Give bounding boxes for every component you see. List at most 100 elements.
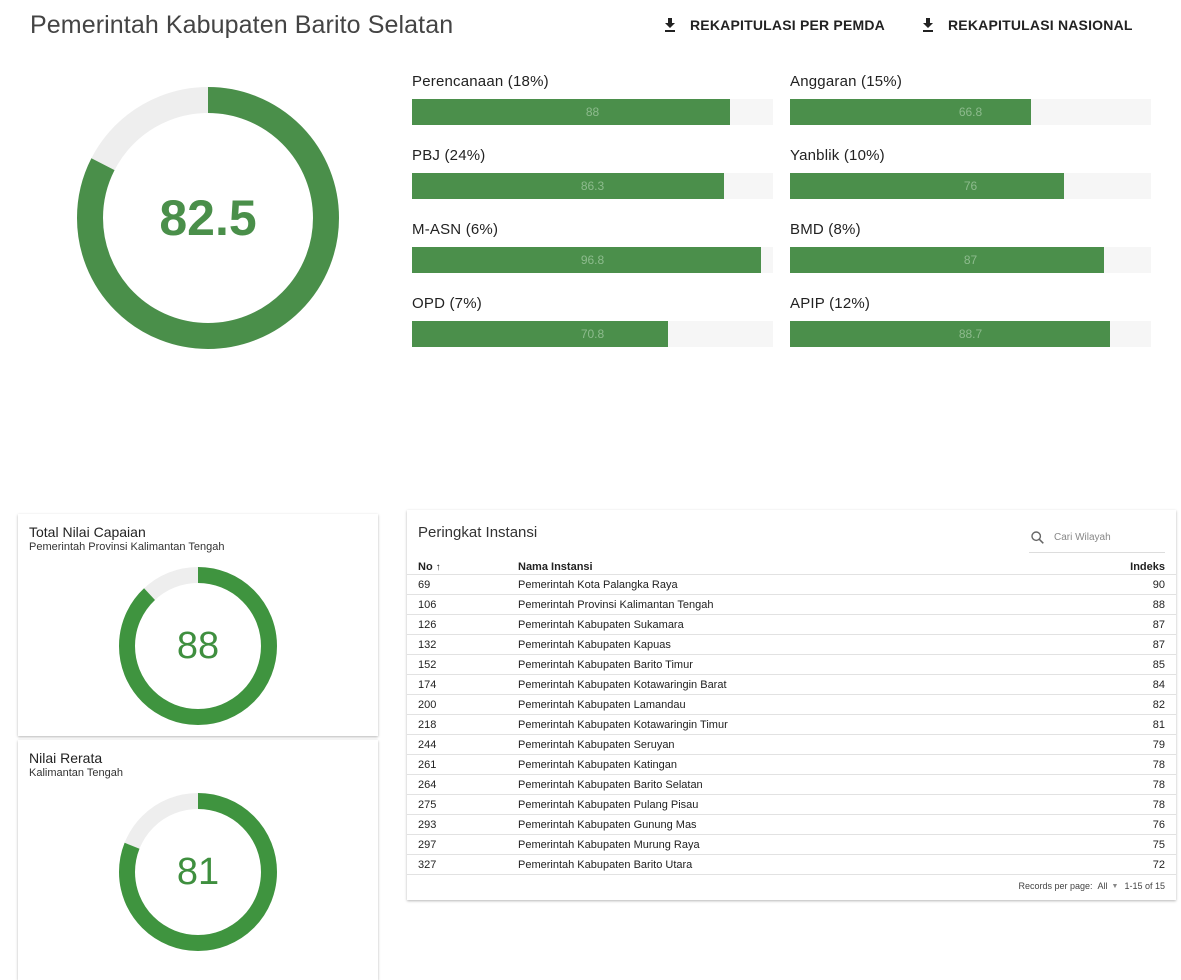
cell-nama: Pemerintah Kabupaten Barito Timur	[518, 654, 1058, 675]
cell-nama: Pemerintah Kabupaten Kotawaringin Barat	[518, 674, 1058, 695]
table-row[interactable]: 244 Pemerintah Kabupaten Seruyan 79	[407, 734, 1176, 755]
cell-indeks: 72	[1057, 854, 1176, 875]
rekap-nasional-button[interactable]: REKAPITULASI NASIONAL	[922, 12, 1133, 38]
table-row[interactable]: 275 Pemerintah Kabupaten Pulang Pisau 78	[407, 794, 1176, 815]
cell-no: 297	[407, 834, 518, 855]
cell-no: 200	[407, 694, 518, 715]
rekap-per-pemda-label: REKAPITULASI PER PEMDA	[690, 17, 885, 33]
category-pbj: PBJ (24%) 86.3	[412, 146, 773, 199]
cell-no: 275	[407, 794, 518, 815]
page-title: Pemerintah Kabupaten Barito Selatan	[30, 11, 454, 39]
cell-indeks: 75	[1057, 834, 1176, 855]
cell-no: 218	[407, 714, 518, 735]
cell-indeks: 88	[1057, 594, 1176, 615]
card-title: Total Nilai Capaian	[29, 524, 146, 540]
cell-no: 69	[407, 574, 518, 595]
rerata-score-gauge: 81	[118, 792, 278, 952]
table-row[interactable]: 174 Pemerintah Kabupaten Kotawaringin Bar…	[407, 674, 1176, 695]
cell-no: 244	[407, 734, 518, 755]
cell-nama: Pemerintah Kabupaten Kapuas	[518, 634, 1058, 655]
cell-indeks: 90	[1057, 574, 1176, 595]
cell-no: 126	[407, 614, 518, 635]
cell-nama: Pemerintah Kabupaten Sukamara	[518, 614, 1058, 635]
cell-no: 327	[407, 854, 518, 875]
category-bar: 88.7	[790, 321, 1151, 347]
total-score-gauge: 88	[118, 566, 278, 726]
category-perencanaan: Perencanaan (18%) 88	[412, 72, 773, 125]
category-bar: 88	[412, 99, 773, 125]
cell-nama: Pemerintah Kabupaten Barito Selatan	[518, 774, 1058, 795]
table-title: Peringkat Instansi	[418, 524, 538, 541]
records-per-page-label: Records per page:	[1018, 881, 1093, 891]
table-header-row: No ↑ Nama Instansi Indeks	[407, 559, 1176, 575]
bar-value: 70.8	[580, 327, 605, 341]
category-label: PBJ (24%)	[412, 147, 486, 164]
cell-nama: Pemerintah Kabupaten Barito Utara	[518, 854, 1058, 875]
table-row[interactable]: 126 Pemerintah Kabupaten Sukamara 87	[407, 614, 1176, 635]
column-header-no[interactable]: No ↑	[407, 559, 518, 575]
category-bar: 70.8	[412, 321, 773, 347]
rerata-score: 81	[176, 850, 220, 893]
cell-indeks: 78	[1057, 754, 1176, 775]
table-row[interactable]: 106 Pemerintah Provinsi Kalimantan Tengah…	[407, 594, 1176, 615]
cell-indeks: 78	[1057, 774, 1176, 795]
arrow-up-icon: ↑	[435, 561, 441, 573]
bar-value: 87	[963, 253, 978, 267]
cell-nama: Pemerintah Kabupaten Lamandau	[518, 694, 1058, 715]
bar-value: 86.3	[580, 179, 605, 193]
table-row[interactable]: 200 Pemerintah Kabupaten Lamandau 82	[407, 694, 1176, 715]
cell-nama: Pemerintah Kabupaten Katingan	[518, 754, 1058, 775]
overall-score-gauge: 82.5	[76, 86, 340, 350]
table-row[interactable]: 132 Pemerintah Kabupaten Kapuas 87	[407, 634, 1176, 655]
cell-indeks: 79	[1057, 734, 1176, 755]
category-bar: 66.8	[790, 99, 1151, 125]
cell-nama: Pemerintah Kabupaten Gunung Mas	[518, 814, 1058, 835]
category-label: M-ASN (6%)	[412, 221, 499, 238]
table-row[interactable]: 327 Pemerintah Kabupaten Barito Utara 72	[407, 854, 1176, 875]
cell-nama: Pemerintah Kabupaten Murung Raya	[518, 834, 1058, 855]
bar-value: 76	[963, 179, 978, 193]
download-icon	[665, 18, 675, 32]
bar-value: 88	[585, 105, 600, 119]
page-range: 1-15 of 15	[1124, 881, 1165, 891]
cell-indeks: 84	[1057, 674, 1176, 695]
table-row[interactable]: 261 Pemerintah Kabupaten Katingan 78	[407, 754, 1176, 775]
cell-indeks: 78	[1057, 794, 1176, 815]
cell-nama: Pemerintah Provinsi Kalimantan Tengah	[518, 594, 1058, 615]
total-score: 88	[176, 624, 220, 667]
rekap-per-pemda-button[interactable]: REKAPITULASI PER PEMDA	[664, 12, 885, 38]
bar-value: 88.7	[958, 327, 983, 341]
overall-score: 82.5	[159, 190, 257, 246]
total-nilai-card: Total Nilai Capaian Pemerintah Provinsi …	[18, 514, 378, 736]
table-row[interactable]: 297 Pemerintah Kabupaten Murung Raya 75	[407, 834, 1176, 855]
per-page-select[interactable]: All	[1098, 881, 1108, 891]
table-row[interactable]: 293 Pemerintah Kabupaten Gunung Mas 76	[407, 814, 1176, 835]
category-bar: 96.8	[412, 247, 773, 273]
cell-indeks: 85	[1057, 654, 1176, 675]
category-label: Perencanaan (18%)	[412, 73, 549, 90]
column-header-indeks[interactable]: Indeks	[1058, 559, 1176, 575]
cell-indeks: 87	[1057, 614, 1176, 635]
search-input[interactable]: Cari Wilayah	[1029, 522, 1165, 553]
cell-no: 132	[407, 634, 518, 655]
category-bmd: BMD (8%) 87	[790, 220, 1151, 273]
caret-down-icon: ▼	[1111, 882, 1119, 890]
peringkat-instansi-card: Peringkat Instansi Cari Wilayah No ↑ Nama…	[407, 510, 1176, 900]
cell-nama: Pemerintah Kota Palangka Raya	[518, 574, 1058, 595]
table-row[interactable]: 152 Pemerintah Kabupaten Barito Timur 85	[407, 654, 1176, 675]
cell-nama: Pemerintah Kabupaten Kotawaringin Timur	[518, 714, 1058, 735]
category-m-asn: M-ASN (6%) 96.8	[412, 220, 773, 273]
table-footer: Records per page: All ▼ 1-15 of 15	[1018, 881, 1165, 891]
table-row[interactable]: 218 Pemerintah Kabupaten Kotawaringin Tim…	[407, 714, 1176, 735]
cell-indeks: 76	[1057, 814, 1176, 835]
cell-no: 106	[407, 594, 518, 615]
category-bar: 86.3	[412, 173, 773, 199]
column-header-nama[interactable]: Nama Instansi	[518, 559, 1058, 575]
category-label: APIP (12%)	[790, 295, 871, 312]
nilai-rerata-card: Nilai Rerata Kalimantan Tengah 81	[18, 740, 378, 980]
table-row[interactable]: 264 Pemerintah Kabupaten Barito Selatan 78	[407, 774, 1176, 795]
column-label: No	[418, 560, 433, 573]
table-row[interactable]: 69 Pemerintah Kota Palangka Raya 90	[407, 574, 1176, 595]
bar-value: 96.8	[580, 253, 605, 267]
card-subtitle: Pemerintah Provinsi Kalimantan Tengah	[29, 541, 225, 553]
